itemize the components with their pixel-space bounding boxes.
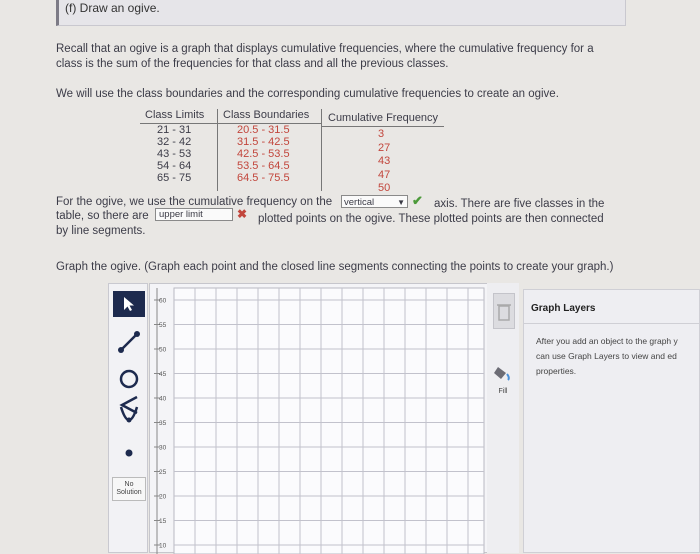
table-cell: 20.5 - 31.5: [237, 124, 290, 136]
correct-check-icon: ✔: [412, 193, 423, 208]
y-tick-label: 40: [159, 396, 167, 403]
graph-grid[interactable]: 60 55 50 45 40 35 30 25 20 15 10: [150, 284, 520, 554]
y-tick-label: 45: [159, 371, 167, 378]
column-cumulative-frequency: 3 27 43 47 50: [378, 128, 390, 196]
fill-tool[interactable]: Fill: [490, 363, 516, 397]
trash-icon: [497, 304, 511, 321]
table-cell: 31.5 - 42.5: [237, 136, 290, 148]
panel-divider: [524, 323, 699, 324]
y-tick-label: 50: [159, 347, 167, 354]
part-title: (f) Draw an ogive.: [65, 1, 160, 15]
part-header: (f) Draw an ogive.: [56, 0, 626, 26]
dot-icon: [125, 449, 133, 457]
question-line-1-suffix: axis. There are five classes in the: [434, 198, 605, 210]
question-line-2-suffix: plotted points on the ogive. These plott…: [258, 213, 604, 225]
pointer-tool[interactable]: [113, 291, 145, 317]
point-tool[interactable]: [113, 440, 145, 466]
circle-tool[interactable]: [113, 366, 145, 392]
graph-layers-panel: Graph Layers After you add an object to …: [523, 289, 700, 553]
y-tick-label: 10: [159, 543, 167, 550]
y-tick-label: 15: [159, 518, 167, 525]
intro-line-1: Recall that an ogive is a graph that dis…: [56, 43, 594, 55]
table-cell: 47: [378, 168, 391, 181]
table-divider: [321, 126, 444, 127]
graph-layers-text: After you add an object to the graph y: [536, 336, 678, 346]
no-solution-label: Solution: [116, 489, 142, 496]
axis-select[interactable]: vertical ▼: [341, 195, 408, 208]
y-tick-label: 55: [159, 322, 167, 329]
table-cell: 53.5 - 64.5: [237, 160, 290, 172]
table-cell: 43 - 53: [157, 148, 192, 160]
table-cell: 32 - 42: [157, 136, 192, 148]
points-count-value: upper limit: [159, 209, 203, 220]
graph-layers-title: Graph Layers: [531, 303, 596, 314]
no-solution-button[interactable]: No Solution: [112, 477, 146, 501]
question-line-3: by line segments.: [56, 225, 146, 237]
table-cell: 43: [378, 155, 391, 167]
header-class-boundaries: Class Boundaries: [223, 109, 310, 121]
y-tick-label: 60: [159, 298, 167, 305]
table-cell: 3: [378, 128, 385, 140]
parabola-icon: [119, 406, 139, 423]
line-segment-icon: [118, 331, 140, 353]
intro-line-2: class is the sum of the frequencies for …: [56, 58, 449, 70]
table-divider: [217, 109, 218, 191]
segment-tool[interactable]: [113, 329, 145, 355]
y-tick-label: 35: [159, 420, 167, 427]
graph-layers-help: After you add an object to the graph y c…: [536, 334, 678, 379]
chevron-down-icon: ▼: [397, 198, 405, 207]
axis-select-value: vertical: [344, 197, 375, 208]
table-cell: 50: [378, 182, 391, 194]
table-cell: 65 - 75: [157, 172, 192, 184]
graph-side-tools: Fill: [487, 283, 519, 553]
graph-instruction: Graph the ogive. (Graph each point and t…: [56, 261, 614, 273]
graph-canvas[interactable]: 60 55 50 45 40 35 30 25 20 15 10: [149, 283, 520, 554]
graph-layers-text: can use Graph Layers to view and ed: [536, 351, 677, 361]
header-cumulative-frequency: Cumulative Frequency: [328, 112, 439, 124]
no-solution-label: No: [124, 481, 134, 488]
y-tick-label: 20: [159, 494, 167, 501]
intro-line-3: We will use the class boundaries and the…: [56, 88, 559, 100]
header-class-limits: Class Limits: [145, 109, 205, 121]
graph-toolbar: No Solution: [108, 283, 148, 553]
parabola-tool[interactable]: [113, 402, 145, 428]
plot-area[interactable]: [173, 287, 485, 554]
graph-layers-text: properties.: [536, 366, 577, 376]
column-class-limits: 21 - 31 32 - 42 43 - 53 54 - 64 65 - 75: [157, 124, 191, 184]
table-cell: 54 - 64: [157, 160, 192, 172]
question-line-2-prefix: table, so there are: [56, 210, 149, 222]
y-tick-label: 30: [159, 445, 167, 452]
cursor-arrow-icon: [124, 297, 134, 311]
column-class-boundaries: 20.5 - 31.5 31.5 - 42.5 42.5 - 53.5 53.5…: [237, 124, 290, 184]
table-divider: [321, 109, 322, 191]
table-cell: 21 - 31: [157, 124, 192, 136]
paint-bucket-icon: [494, 367, 510, 381]
table-cell: 64.5 - 75.5: [237, 172, 290, 184]
incorrect-x-icon: ✖: [237, 207, 248, 221]
points-count-input[interactable]: upper limit: [155, 208, 233, 221]
circle-icon: [119, 369, 139, 389]
fill-label: Fill: [498, 388, 508, 395]
delete-tool[interactable]: [493, 293, 515, 329]
table-cell: 42.5 - 53.5: [237, 148, 290, 160]
y-tick-label: 25: [159, 469, 167, 476]
table-cell: 27: [378, 141, 391, 154]
